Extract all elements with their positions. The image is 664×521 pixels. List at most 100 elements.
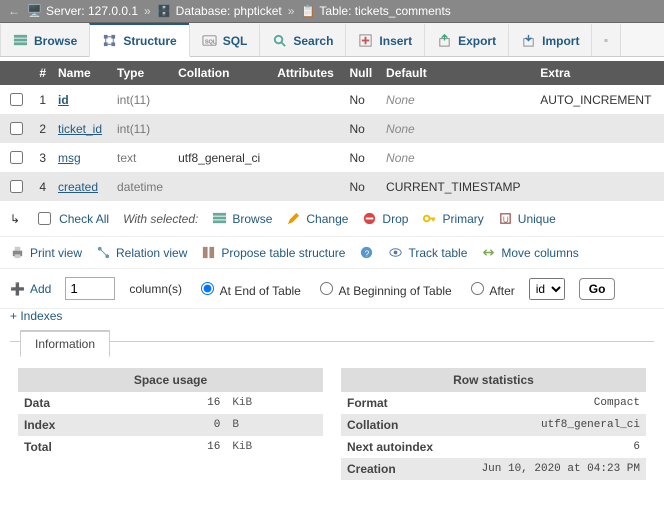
table-row: 2ticket_idint(11) NoNone [0, 114, 664, 143]
relation-view[interactable]: Relation view [96, 245, 187, 260]
help[interactable]: ? [359, 245, 374, 260]
column-type: int(11) [111, 114, 172, 143]
column-null: No [344, 85, 381, 114]
svg-text:SQL: SQL [205, 39, 217, 45]
add-column-link[interactable]: ➕ Add [10, 282, 51, 296]
row-statistics-title: Row statistics [341, 368, 646, 392]
pos-end[interactable]: At End of Table [196, 279, 301, 298]
tab-structure[interactable]: Structure [89, 23, 189, 57]
svg-text:?: ? [365, 248, 370, 258]
print-view[interactable]: Print view [10, 245, 82, 260]
breadcrumb-table[interactable]: Table: tickets_comments [319, 4, 450, 18]
column-default: None [380, 143, 534, 172]
breadcrumb-server[interactable]: Server: 127.0.0.1 [46, 4, 138, 18]
with-selected-label: With selected: [123, 212, 198, 226]
stat-value: utf8_general_ci [452, 414, 646, 436]
add-columns-bar: ➕ Add column(s) At End of Table At Begin… [0, 269, 664, 309]
action-unique[interactable]: U Unique [498, 211, 556, 226]
print-icon [10, 245, 25, 260]
column-name[interactable]: created [52, 172, 111, 201]
col-extra[interactable]: Extra [534, 61, 664, 85]
row-number: 1 [32, 85, 52, 114]
stat-value: 6 [452, 436, 646, 458]
with-selected-bar: ↳ Check All With selected: Browse Change… [0, 201, 664, 237]
stat-key: Collation [341, 414, 452, 436]
tab-search[interactable]: Search [259, 23, 346, 56]
column-collation: utf8_general_ci [172, 143, 271, 172]
stat-value: Compact [452, 392, 646, 414]
move-columns[interactable]: Move columns [481, 245, 578, 260]
go-button[interactable]: Go [579, 278, 616, 300]
main-tabs: Browse Structure SQL SQL Search Insert E… [0, 23, 664, 57]
select-all-arrow-icon: ↳ [10, 212, 20, 226]
col-null[interactable]: Null [344, 61, 381, 85]
pos-begin[interactable]: At Beginning of Table [315, 279, 452, 298]
column-null: No [344, 172, 381, 201]
back-arrow-icon[interactable]: ← [8, 4, 20, 18]
table-row: 1idint(11)NoNoneAUTO_INCREMENT [0, 85, 664, 114]
insert-icon [358, 33, 373, 48]
breadcrumb-database[interactable]: Database: phpticket [176, 4, 282, 18]
tab-insert[interactable]: Insert [345, 23, 425, 56]
action-primary[interactable]: Primary [422, 211, 483, 226]
column-collation [172, 172, 271, 201]
svg-text:U: U [502, 214, 508, 224]
tab-import[interactable]: Import [508, 23, 592, 56]
column-attributes [271, 114, 343, 143]
propose-icon [201, 245, 216, 260]
column-attributes [271, 85, 343, 114]
space-value: 16 [150, 436, 227, 458]
column-type: int(11) [111, 85, 172, 114]
add-icon: ➕ [10, 282, 25, 296]
add-column-count[interactable] [65, 277, 115, 300]
structure-tools: Print view Relation view Propose table s… [0, 237, 664, 269]
col-collation[interactable]: Collation [172, 61, 271, 85]
tab-browse[interactable]: Browse [0, 23, 90, 56]
tab-sql[interactable]: SQL SQL [189, 23, 261, 56]
row-checkbox[interactable] [10, 151, 23, 164]
track-table[interactable]: Track table [388, 245, 467, 260]
row-checkbox[interactable] [10, 93, 23, 106]
column-name[interactable]: ticket_id [52, 114, 111, 143]
column-type: datetime [111, 172, 172, 201]
unique-icon: U [498, 211, 513, 226]
relation-icon [96, 245, 111, 260]
row-number: 3 [32, 143, 52, 172]
check-all[interactable]: Check All [34, 209, 109, 228]
column-collation [172, 114, 271, 143]
space-value: 0 [150, 414, 227, 436]
after-field-select[interactable]: id [529, 278, 565, 300]
column-name[interactable]: id [52, 85, 111, 114]
help-icon: ? [359, 245, 374, 260]
drop-icon [362, 211, 377, 226]
action-browse[interactable]: Browse [212, 211, 272, 226]
col-num[interactable]: # [32, 61, 52, 85]
col-attributes[interactable]: Attributes [271, 61, 343, 85]
tab-more[interactable] [591, 23, 621, 56]
col-type[interactable]: Type [111, 61, 172, 85]
row-number: 2 [32, 114, 52, 143]
action-change[interactable]: Change [286, 211, 348, 226]
browse-icon [212, 211, 227, 226]
propose-structure[interactable]: Propose table structure [201, 245, 345, 260]
export-icon [437, 33, 452, 48]
column-null: No [344, 114, 381, 143]
tab-export[interactable]: Export [424, 23, 509, 56]
row-checkbox[interactable] [10, 180, 23, 193]
row-checkbox[interactable] [10, 122, 23, 135]
col-name[interactable]: Name [52, 61, 111, 85]
server-icon: 🖥️ [27, 4, 42, 18]
column-name[interactable]: msg [52, 143, 111, 172]
pos-after[interactable]: After [466, 279, 515, 298]
col-default[interactable]: Default [380, 61, 534, 85]
table-row: 4createddatetimeNoCURRENT_TIMESTAMP [0, 172, 664, 201]
import-icon [521, 33, 536, 48]
information-tab: Information [20, 330, 110, 357]
action-drop[interactable]: Drop [362, 211, 408, 226]
column-extra [534, 143, 664, 172]
check-all-checkbox[interactable] [38, 212, 51, 225]
browse-icon [13, 33, 28, 48]
column-attributes [271, 172, 343, 201]
row-statistics-box: Row statistics FormatCompactCollationutf… [341, 368, 646, 480]
column-default: None [380, 114, 534, 143]
